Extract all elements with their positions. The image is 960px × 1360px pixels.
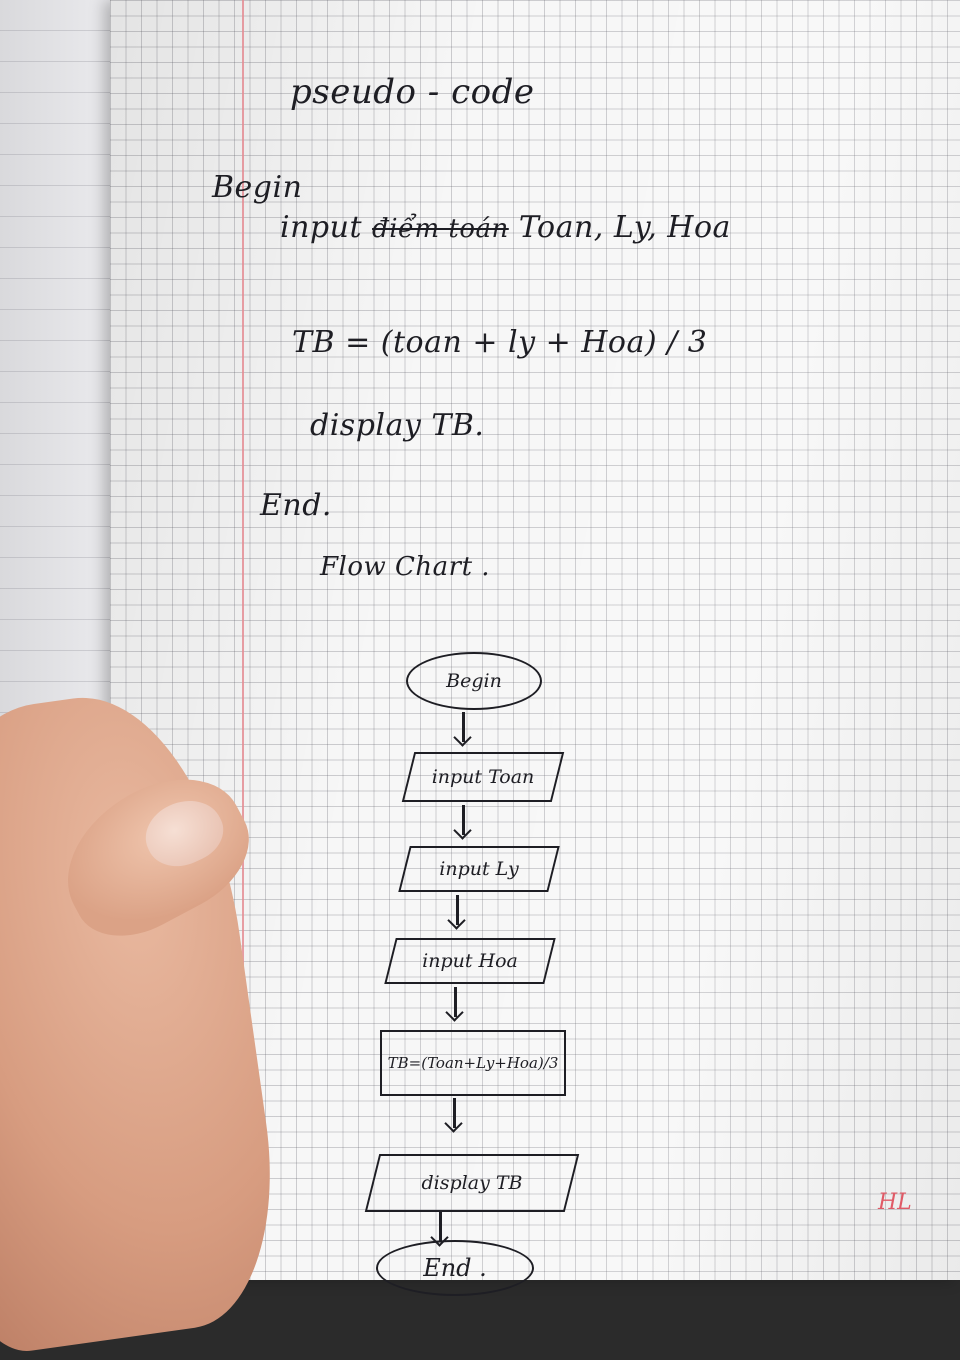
flowchart-heading: Flow Chart .: [320, 552, 491, 582]
input-variables: Toan, Ly, Hoa: [518, 210, 731, 245]
pseudocode-title: pseudo - code: [290, 72, 535, 112]
flowchart-input-hoa: input Hoa: [390, 938, 550, 984]
flow-arrow-4: [445, 987, 465, 1021]
pseudocode-input-line: input điểm toán Toan, Ly, Hoa: [280, 210, 731, 245]
flowchart-begin-label: Begin: [446, 670, 502, 692]
flow-arrow-1: [453, 712, 473, 746]
flowchart-step-label: input Ly: [439, 858, 519, 880]
flow-arrow-5: [444, 1098, 464, 1132]
flowchart-display-tb: display TB: [372, 1154, 572, 1212]
pseudocode-end: End.: [260, 488, 332, 523]
flow-arrow-2: [453, 805, 473, 839]
flowchart-step-label: input Toan: [431, 766, 535, 788]
flow-arrow-3: [447, 895, 467, 929]
pseudocode-begin: Begin: [212, 170, 303, 205]
flowchart-input-toan: input Toan: [408, 752, 558, 802]
flowchart-step-label: display TB: [421, 1172, 523, 1194]
flowchart-end-terminal: End .: [376, 1240, 534, 1296]
crossed-out-text: điểm toán: [372, 214, 509, 244]
watermark-logo: HL: [878, 1190, 912, 1215]
pseudocode-display: display TB.: [310, 408, 485, 443]
flowchart-input-ly: input Ly: [404, 846, 554, 892]
pseudocode-formula: TB = (toan + ly + Hoa) / 3: [292, 325, 708, 360]
flowchart-end-label: End .: [423, 1254, 487, 1282]
flowchart-process-tb: TB=(Toan+Ly+Hoa)/3: [380, 1030, 566, 1096]
flowchart-step-label: input Hoa: [422, 950, 518, 972]
photo-scene: pseudo - code Begin input điểm toán Toan…: [0, 0, 960, 1360]
flowchart-begin-terminal: Begin: [406, 652, 542, 710]
input-keyword: input: [280, 210, 362, 245]
flowchart-step-label: TB=(Toan+Ly+Hoa)/3: [387, 1054, 559, 1072]
